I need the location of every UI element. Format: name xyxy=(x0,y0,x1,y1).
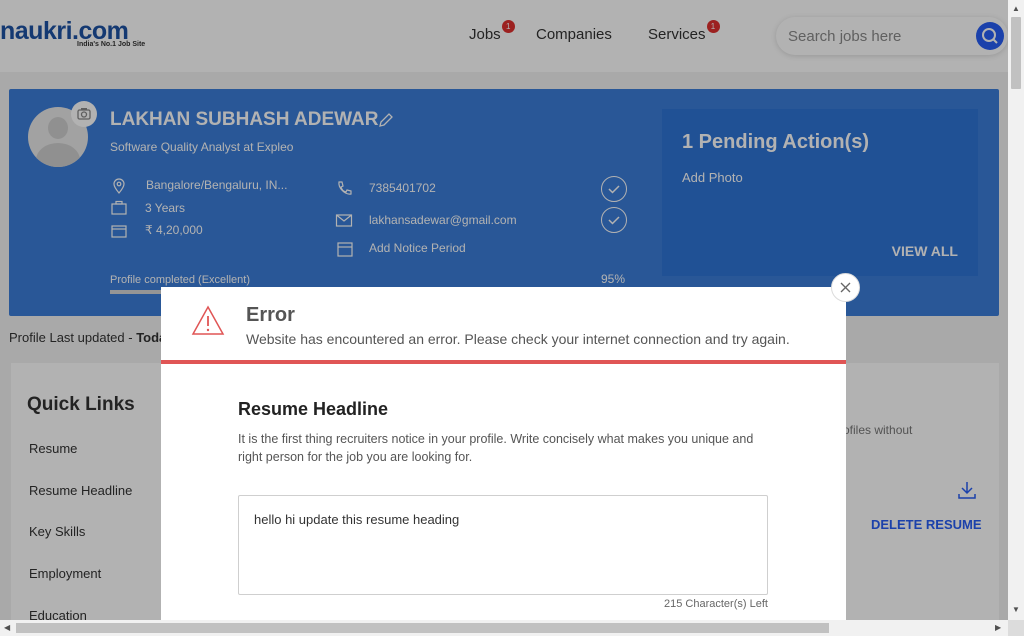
scroll-right-arrow-icon[interactable]: ▶ xyxy=(995,624,1001,632)
vertical-scrollbar[interactable]: ▲ ▼ xyxy=(1008,0,1024,620)
resume-headline-title: Resume Headline xyxy=(238,399,389,419)
vertical-scroll-thumb[interactable] xyxy=(1011,17,1021,89)
error-banner: Error Website has encountered an error. … xyxy=(161,287,846,364)
resume-headline-description: It is the first thing recruiters notice … xyxy=(238,432,754,464)
scroll-left-arrow-icon[interactable]: ◀ xyxy=(4,624,10,632)
horizontal-scrollbar[interactable]: ◀ ▶ xyxy=(0,620,1008,636)
horizontal-scroll-thumb[interactable] xyxy=(16,623,829,633)
error-title: Error xyxy=(246,304,295,326)
resume-headline-modal: Error Website has encountered an error. … xyxy=(161,287,846,620)
scrollbar-corner xyxy=(1008,620,1024,636)
scroll-up-arrow-icon[interactable]: ▲ xyxy=(1012,5,1020,13)
characters-left: 215 Character(s) Left xyxy=(664,598,768,610)
close-icon xyxy=(840,282,851,293)
warning-icon xyxy=(191,305,225,335)
error-message: Website has encountered an error. Please… xyxy=(246,331,790,347)
modal-close-button[interactable] xyxy=(831,273,860,302)
resume-headline-textarea[interactable]: hello hi update this resume heading xyxy=(238,495,768,595)
scroll-down-arrow-icon[interactable]: ▼ xyxy=(1012,606,1020,614)
